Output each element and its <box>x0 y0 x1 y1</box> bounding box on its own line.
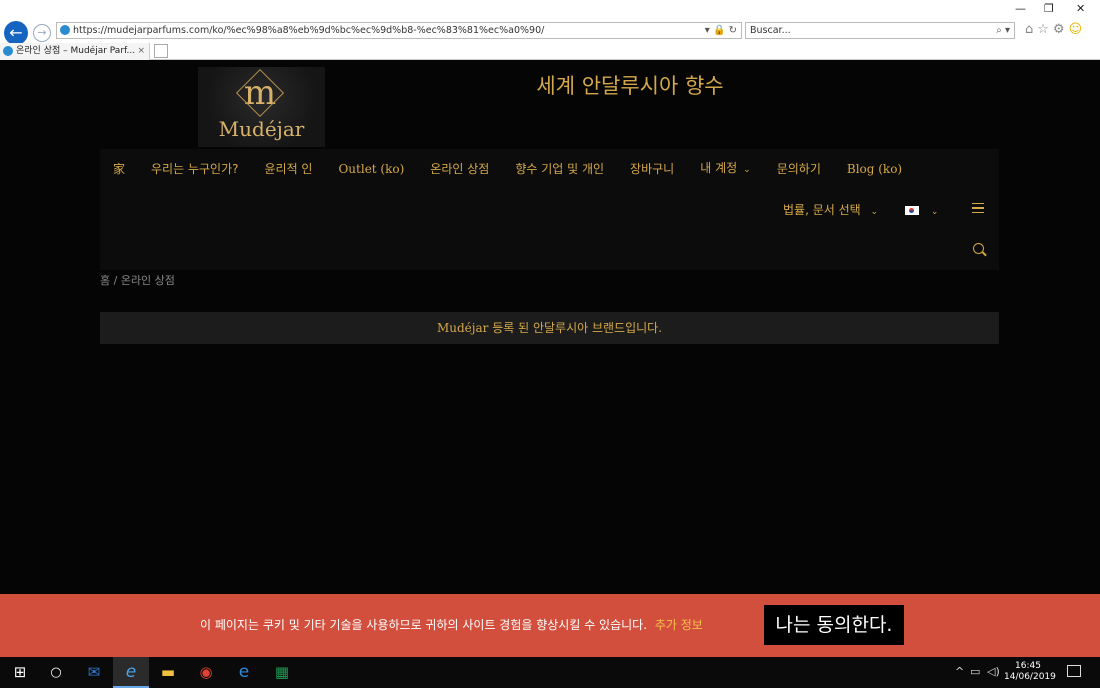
menu-hamburger-icon[interactable] <box>972 203 984 213</box>
logo-emblem-icon: m <box>238 71 282 115</box>
search-placeholder: Buscar... <box>750 25 791 36</box>
gear-icon[interactable]: ⚙ <box>1053 22 1069 37</box>
lock-refresh-icon[interactable]: ▾ 🔒 ↻ <box>705 23 737 38</box>
web-page: m Mudéjar 세계 안달루시아 향수 家 우리는 누구인가? 윤리적 인 … <box>0 60 1100 594</box>
nav-item-ethics[interactable]: 윤리적 인 <box>251 149 325 189</box>
clock-date: 14/06/2019 <box>1004 672 1056 682</box>
excel-icon[interactable]: ▦ <box>264 657 300 688</box>
nav-item-account-label: 내 계정 <box>700 161 738 175</box>
korea-flag-icon <box>905 206 919 215</box>
smiley-icon[interactable]: ☺ <box>1069 22 1087 37</box>
notice-text: 등록 된 안달루시아 브랜드입니다. <box>488 321 663 335</box>
cookie-accept-button[interactable]: 나는 동의한다. <box>764 605 904 645</box>
chevron-down-icon: ⌄ <box>743 165 751 175</box>
nav-item-outlet[interactable]: Outlet (ko) <box>325 149 417 189</box>
network-icon[interactable]: ▭ <box>970 665 980 678</box>
minimize-icon[interactable]: — <box>1015 2 1026 15</box>
tab-title: 온라인 상점 – Mudéjar Parf... <box>16 46 136 56</box>
forward-arrow-icon[interactable]: → <box>33 24 51 42</box>
cookie-banner: 이 페이지는 쿠키 및 기타 기술을 사용하므로 귀하의 사이트 경험을 향상시… <box>0 594 1100 657</box>
internet-explorer-icon[interactable]: e <box>113 657 149 688</box>
brand-notice: Mudéjar 등록 된 안달루시아 브랜드입니다. <box>100 312 999 344</box>
taskbar-clock[interactable]: 16:45 14/06/2019 <box>1004 661 1056 683</box>
language-switcher[interactable]: ⌄ <box>905 190 938 230</box>
windows-taskbar: ⊞ ○ ✉ e ▬ ◉ e ▦ ^ ▭ ◁) 16:45 14/06/2019 <box>0 657 1100 688</box>
site-search-icon[interactable] <box>973 243 984 254</box>
edge-icon[interactable]: e <box>226 657 262 688</box>
chrome-icon[interactable]: ◉ <box>188 657 224 688</box>
notification-center-icon[interactable] <box>1067 665 1081 677</box>
site-logo[interactable]: m Mudéjar <box>198 67 325 147</box>
browser-search-input[interactable]: Buscar... ⌕ ▾ <box>745 22 1015 39</box>
clock-time: 16:45 <box>1015 661 1041 671</box>
outlook-icon[interactable]: ✉ <box>76 657 112 688</box>
cortana-search-icon[interactable]: ○ <box>38 657 74 688</box>
search-icon[interactable]: ⌕ ▾ <box>996 23 1010 38</box>
main-nav: 家 우리는 누구인가? 윤리적 인 Outlet (ko) 온라인 상점 향수 … <box>100 149 999 270</box>
nav-item-blog[interactable]: Blog (ko) <box>834 149 915 189</box>
notice-brand: Mudéjar <box>436 321 489 335</box>
home-icon[interactable]: ⌂ <box>1025 22 1037 37</box>
logo-wordmark: Mudéjar <box>218 117 305 141</box>
close-window-icon[interactable]: ✕ <box>1076 2 1085 15</box>
url-text: https://mudejarparfums.com/ko/%ec%98%a8%… <box>73 25 545 36</box>
browser-tab[interactable]: 온라인 상점 – Mudéjar Parf... × <box>0 43 150 60</box>
cookie-more-info-link[interactable]: 추가 정보 <box>655 618 703 632</box>
address-bar[interactable]: https://mudejarparfums.com/ko/%ec%98%a8%… <box>56 22 742 39</box>
nav-item-contact[interactable]: 문의하기 <box>764 149 834 189</box>
restore-icon[interactable]: ❐ <box>1044 2 1054 15</box>
browser-chrome: — ❐ ✕ ← → https://mudejarparfums.com/ko/… <box>0 0 1100 60</box>
menu-row: 家 우리는 누구인가? 윤리적 인 Outlet (ko) 온라인 상점 향수 … <box>100 149 915 189</box>
nav-item-cart[interactable]: 장바구니 <box>617 149 687 189</box>
cookie-text-wrap: 이 페이지는 쿠키 및 기타 기술을 사용하므로 귀하의 사이트 경험을 향상시… <box>200 594 703 657</box>
volume-icon[interactable]: ◁) <box>987 665 1000 678</box>
new-tab-button[interactable] <box>154 44 168 58</box>
ie-favicon-icon <box>60 25 70 35</box>
toolbar-icons: ⌂☆⚙☺ <box>1025 22 1100 39</box>
legal-select[interactable]: 법률, 문서 선택 ⌄ <box>783 190 878 230</box>
legal-select-label: 법률, 문서 선택 <box>783 203 861 217</box>
tab-favicon-icon <box>3 46 13 56</box>
nav-item-shop[interactable]: 온라인 상점 <box>417 149 502 189</box>
windows-start-icon[interactable]: ⊞ <box>2 657 38 688</box>
file-explorer-icon[interactable]: ▬ <box>150 657 186 688</box>
nav-home[interactable]: 家 <box>100 149 138 189</box>
tray-chevron-up-icon[interactable]: ^ <box>955 665 964 678</box>
nav-item-account[interactable]: 내 계정 ⌄ <box>687 148 763 190</box>
tab-close-icon[interactable]: × <box>137 43 145 59</box>
back-arrow-icon[interactable]: ← <box>4 21 28 45</box>
star-icon[interactable]: ☆ <box>1037 22 1053 37</box>
breadcrumb: 홈 / 온라인 상점 <box>100 274 175 287</box>
nav-item-business[interactable]: 향수 기업 및 개인 <box>502 149 617 189</box>
chevron-down-icon: ⌄ <box>930 207 939 217</box>
chevron-down-icon: ⌄ <box>870 207 879 217</box>
nav-item-about[interactable]: 우리는 누구인가? <box>138 149 251 189</box>
cookie-message: 이 페이지는 쿠키 및 기타 기술을 사용하므로 귀하의 사이트 경험을 향상시… <box>200 618 648 632</box>
site-title: 세계 안달루시아 향수 <box>536 74 724 98</box>
